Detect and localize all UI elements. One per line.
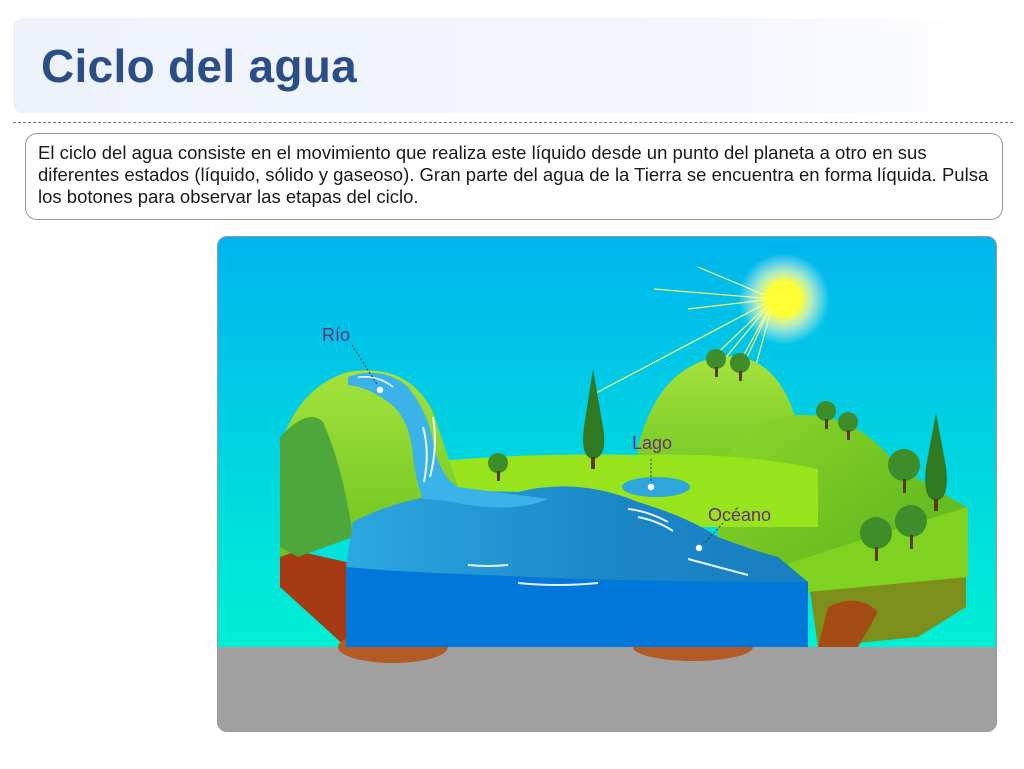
- lake-hotspot[interactable]: [645, 481, 657, 493]
- label-ocean: Océano: [708, 505, 771, 525]
- intro-text-box: El ciclo del agua consiste en el movimie…: [25, 133, 1003, 220]
- hotspot-dot-icon: [647, 483, 655, 491]
- divider: [13, 122, 1013, 123]
- title-bar: Ciclo del agua: [13, 18, 1003, 113]
- river-hotspot[interactable]: [374, 384, 386, 396]
- hotspot-dot-icon: [695, 544, 703, 552]
- water-cycle-scene: Río Lago Océano: [217, 236, 997, 732]
- label-river: Río: [322, 325, 350, 345]
- hotspot-dot-icon: [376, 386, 384, 394]
- page-title: Ciclo del agua: [41, 40, 358, 92]
- label-lake: Lago: [632, 433, 672, 453]
- water-cycle-illustration: Río Lago Océano: [218, 237, 996, 731]
- ocean-hotspot[interactable]: [693, 542, 705, 554]
